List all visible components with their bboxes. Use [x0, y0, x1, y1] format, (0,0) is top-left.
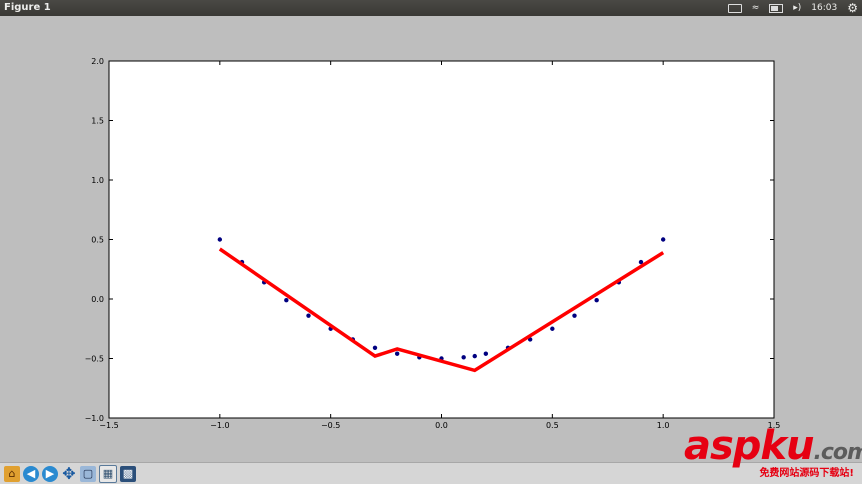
scatter-point [472, 353, 477, 359]
zoom-icon[interactable]: ▢ [80, 465, 96, 482]
keyboard-icon[interactable] [727, 3, 742, 13]
battery-icon[interactable] [769, 3, 784, 13]
x-tick-label: −0.5 [321, 421, 340, 430]
y-tick-label: 0.0 [91, 295, 104, 304]
gear-icon[interactable]: ⚙ [847, 1, 858, 15]
pan-icon[interactable]: ✥ [61, 465, 77, 482]
save-icon[interactable]: ▩ [120, 465, 136, 482]
scatter-point [660, 237, 666, 242]
window-title: Figure 1 [4, 2, 51, 13]
scatter-point [372, 345, 378, 350]
axes-frame [108, 60, 775, 419]
y-tick-label: 1.5 [91, 117, 104, 126]
back-icon[interactable]: ◀ [23, 465, 39, 482]
scatter-point [217, 237, 223, 242]
y-tick-label: 1.0 [91, 176, 104, 185]
x-tick-label: 0.5 [546, 421, 559, 430]
home-icon[interactable]: ⌂ [4, 465, 20, 482]
x-tick-label: 1.0 [657, 421, 670, 430]
wifi-icon[interactable]: ≈ [752, 3, 760, 13]
y-tick-label: −0.5 [85, 355, 104, 364]
subplots-icon[interactable]: ▦ [99, 464, 117, 483]
figure-canvas[interactable]: −1.5 −1.0 −0.5 0.0 0.5 1.0 1.5 −1.0−0.50.00.51… [0, 16, 862, 462]
y-tick-label: 0.5 [91, 236, 104, 245]
volume-icon[interactable]: ▸) [793, 3, 801, 13]
scatter-point [306, 313, 311, 318]
scatter-point [461, 355, 466, 360]
title-bar: Figure 1 ≈ ▸) 16:03 ⚙ [0, 0, 862, 16]
scatter-point [594, 297, 599, 303]
clock[interactable]: 16:03 [811, 3, 837, 13]
watermark: aspku.com 免费网站源码下载站! [684, 426, 862, 479]
forward-icon[interactable]: ▶ [42, 465, 58, 482]
system-tray: ≈ ▸) 16:03 ⚙ [727, 1, 858, 15]
scatter-point [284, 297, 289, 303]
x-tick-label: 0.0 [435, 421, 448, 430]
watermark-tagline: 免费网站源码下载站! [759, 468, 854, 479]
scatter-point [394, 351, 400, 356]
scatter-point [483, 351, 489, 356]
y-tick-label: −1.0 [85, 414, 104, 423]
x-tick-label: −1.0 [210, 421, 229, 430]
scatter-point [572, 313, 577, 318]
y-tick-label: 2.0 [91, 57, 104, 66]
scatter-point [550, 326, 555, 331]
